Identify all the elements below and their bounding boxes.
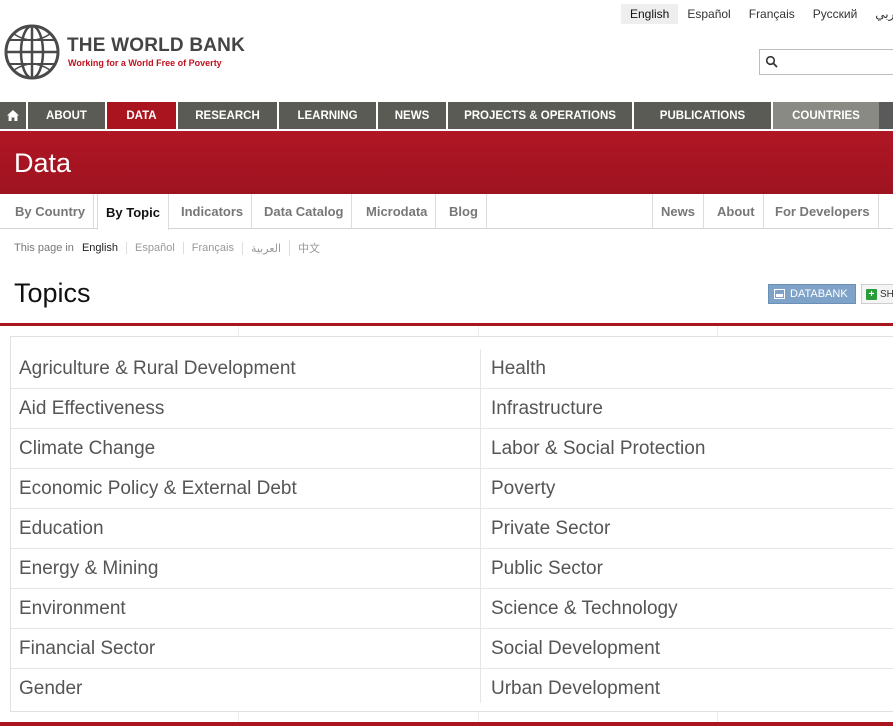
topic-link[interactable]: Urban Development <box>481 669 893 709</box>
nav-data[interactable]: DATA <box>107 102 178 129</box>
page-lang-chinese[interactable]: 中文 <box>289 240 328 256</box>
topic-link[interactable]: Gender <box>11 669 480 709</box>
topic-link[interactable]: Energy & Mining <box>11 549 480 589</box>
databank-label: DATABANK <box>790 288 848 300</box>
topic-link[interactable]: Health <box>481 349 893 389</box>
databank-button[interactable]: DATABANK <box>768 284 856 304</box>
plus-icon: + <box>866 288 877 300</box>
topic-link[interactable]: Social Development <box>481 629 893 669</box>
nav-news[interactable]: NEWS <box>378 102 448 129</box>
nav-research[interactable]: RESEARCH <box>178 102 279 129</box>
logo-text: THE WORLD BANK Working for a World Free … <box>67 35 245 69</box>
page-title: Topics <box>14 278 91 308</box>
topic-link[interactable]: Financial Sector <box>11 629 480 669</box>
nav-projects-operations[interactable]: PROJECTS & OPERATIONS <box>448 102 634 129</box>
tab-indicators[interactable]: Indicators <box>173 194 253 229</box>
topic-link[interactable]: Education <box>11 509 480 549</box>
page-language-label: This page in <box>14 242 74 254</box>
home-icon <box>7 110 19 121</box>
logo-title: THE WORLD BANK <box>67 35 246 56</box>
world-bank-logo[interactable]: THE WORLD BANK Working for a World Free … <box>4 24 245 80</box>
search-input[interactable] <box>782 52 892 72</box>
topic-link[interactable]: Public Sector <box>481 549 893 589</box>
nav-about[interactable]: ABOUT <box>28 102 107 129</box>
search-box[interactable] <box>759 49 893 75</box>
tab-news[interactable]: News <box>652 194 704 229</box>
topic-link[interactable]: Environment <box>11 589 480 629</box>
share-button[interactable]: + SH <box>861 284 893 304</box>
nav-home[interactable] <box>0 102 28 129</box>
topic-link[interactable]: Agriculture & Rural Development <box>11 349 480 389</box>
lang-francais[interactable]: Français <box>740 4 804 24</box>
topics-column-left: Agriculture & Rural Development Aid Effe… <box>11 349 481 703</box>
section-banner: Data <box>0 131 893 194</box>
lang-russian[interactable]: Русский <box>804 4 867 24</box>
lang-espanol[interactable]: Español <box>678 4 739 24</box>
databank-icon <box>774 289 785 299</box>
topic-link[interactable]: Labor & Social Protection <box>481 429 893 469</box>
tab-by-topic[interactable]: By Topic <box>97 194 169 230</box>
search-icon[interactable] <box>765 55 779 69</box>
tab-microdata[interactable]: Microdata <box>358 194 437 229</box>
page-lang-espanol[interactable]: Español <box>126 242 183 254</box>
tab-by-country[interactable]: By Country <box>7 194 95 229</box>
topic-link[interactable]: Economic Policy & External Debt <box>11 469 480 509</box>
topic-link[interactable]: Aid Effectiveness <box>11 389 480 429</box>
nav-countries[interactable]: COUNTRIES <box>773 102 879 129</box>
globe-logo-icon <box>4 24 60 80</box>
tab-about[interactable]: About <box>709 194 764 229</box>
tab-blog[interactable]: Blog <box>441 194 487 229</box>
logo-tagline: Working for a World Free of Poverty <box>68 58 222 68</box>
page-language-switcher: This page in English Español Français ال… <box>14 240 328 256</box>
tab-for-developers[interactable]: For Developers <box>767 194 879 229</box>
sub-navigation: By Country By Topic Indicators Data Cata… <box>0 194 893 230</box>
topic-link[interactable]: Private Sector <box>481 509 893 549</box>
page-lang-arabic[interactable]: العربية <box>241 241 289 255</box>
topic-link[interactable]: Science & Technology <box>481 589 893 629</box>
topic-link[interactable]: Poverty <box>481 469 893 509</box>
nav-publications[interactable]: PUBLICATIONS <box>634 102 773 129</box>
section-title: Data <box>14 148 72 178</box>
page-lang-english[interactable]: English <box>74 242 126 254</box>
share-label: SH <box>880 288 893 300</box>
tab-data-catalog[interactable]: Data Catalog <box>256 194 353 229</box>
footer-divider <box>0 722 893 726</box>
topic-link[interactable]: Infrastructure <box>481 389 893 429</box>
lang-arabic[interactable]: عربي <box>866 4 893 24</box>
page-lang-francais[interactable]: Français <box>182 242 242 254</box>
lang-english[interactable]: English <box>621 4 679 24</box>
topics-list: Agriculture & Rural Development Aid Effe… <box>10 336 893 712</box>
topics-column-right: Health Infrastructure Labor & Social Pro… <box>481 349 893 709</box>
topic-link[interactable]: Climate Change <box>11 429 480 469</box>
main-navigation: ABOUT DATA RESEARCH LEARNING NEWS PROJEC… <box>0 102 893 129</box>
language-bar: English Español Français Русский عربي <box>621 4 893 24</box>
nav-learning[interactable]: LEARNING <box>279 102 378 129</box>
